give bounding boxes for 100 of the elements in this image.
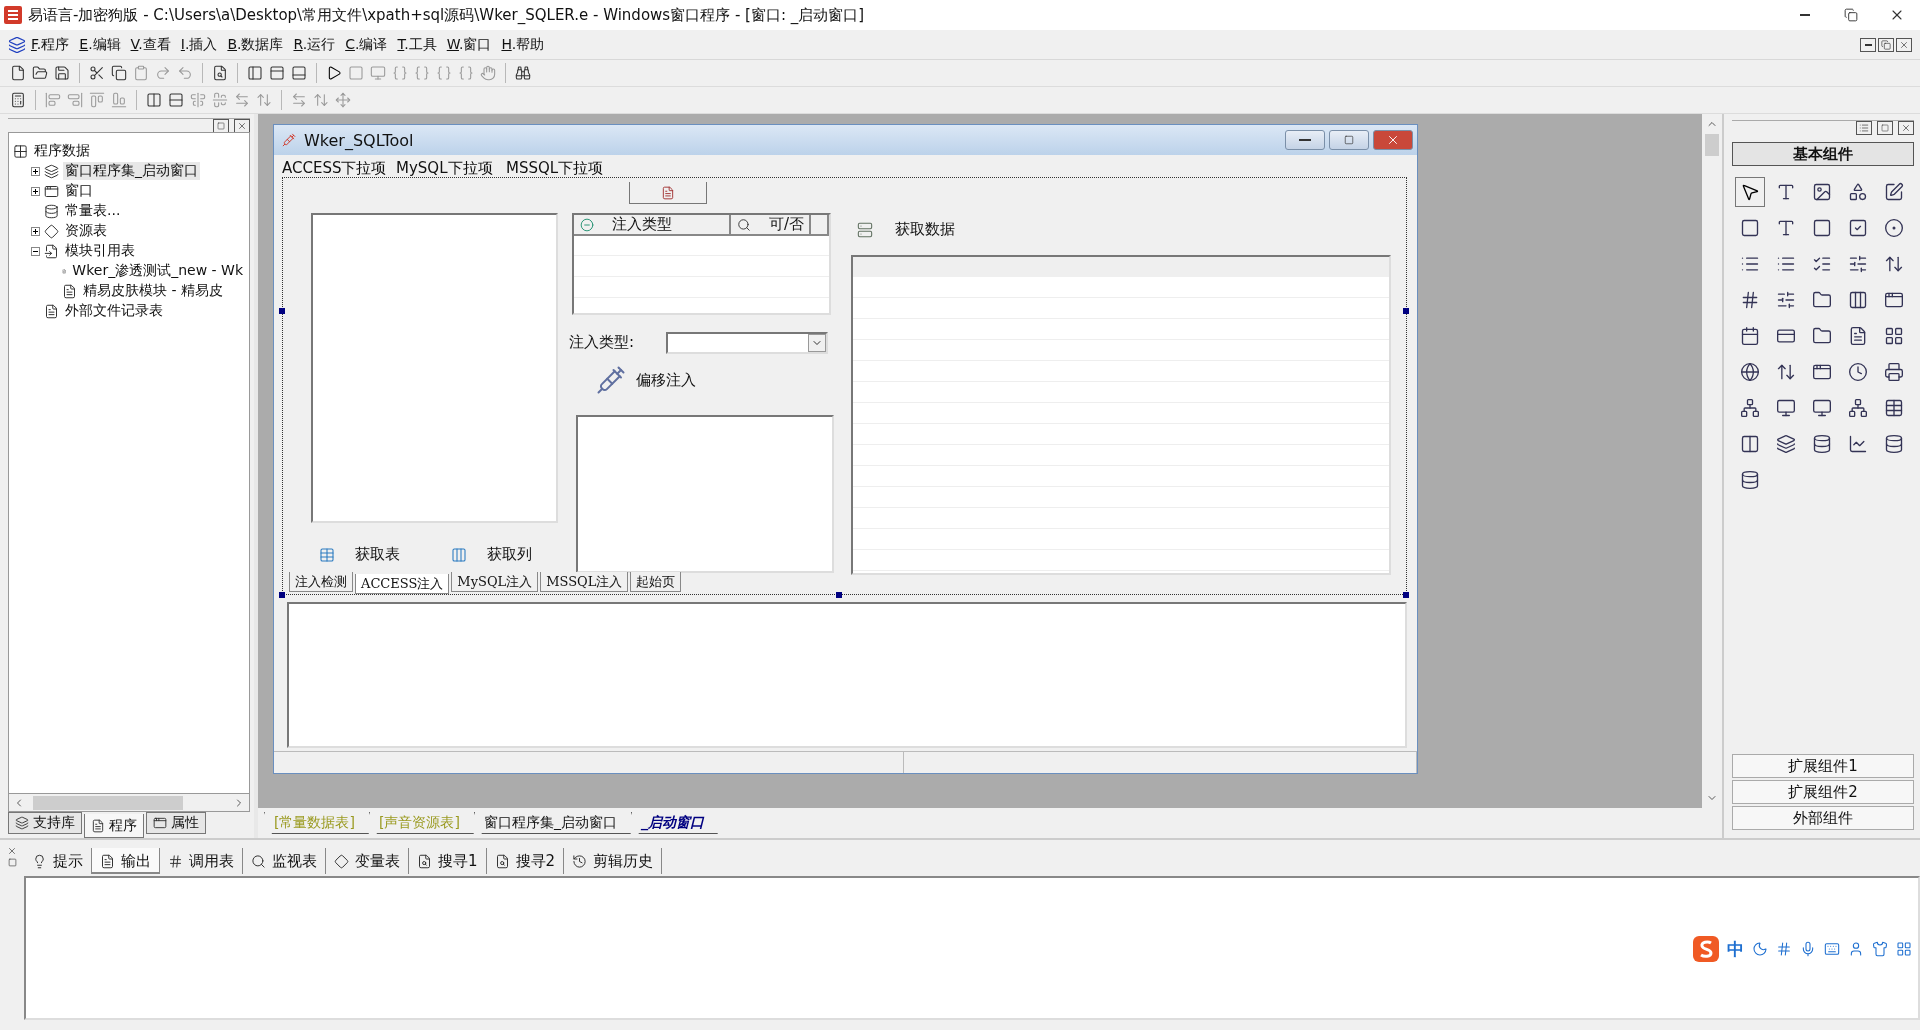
save-icon[interactable] xyxy=(54,65,70,81)
radio-icon[interactable] xyxy=(1884,218,1904,238)
panel-top-icon[interactable] xyxy=(269,65,285,81)
form-tab[interactable]: ACCESS注入 xyxy=(355,574,450,594)
user-icon[interactable] xyxy=(1848,941,1864,957)
menu-item[interactable]: W.窗口 xyxy=(441,33,497,56)
injection-list[interactable]: 注入类型 可/否 xyxy=(572,213,831,315)
tree-item[interactable]: 程序数据 xyxy=(32,142,92,160)
tree-item[interactable]: 窗口 xyxy=(63,182,95,200)
component-group-tab[interactable]: 扩展组件1 xyxy=(1732,754,1914,778)
close-button[interactable] xyxy=(234,118,250,133)
text-icon[interactable] xyxy=(1776,218,1796,238)
form-menu-item[interactable]: MSSQL下拉项 xyxy=(506,159,604,178)
horizontal-scrollbar[interactable] xyxy=(8,794,250,812)
tree-item[interactable]: 外部文件记录表 xyxy=(63,302,165,320)
vertical-scroll-icon[interactable] xyxy=(1884,254,1904,274)
minimize-button[interactable] xyxy=(1860,37,1876,52)
shirt-icon[interactable] xyxy=(1872,941,1888,957)
pointer-icon[interactable] xyxy=(1740,182,1760,202)
component-group-tab[interactable]: 外部组件 xyxy=(1732,806,1914,830)
run-icon[interactable] xyxy=(326,65,342,81)
button-icon[interactable] xyxy=(1812,218,1832,238)
resize-handle[interactable] xyxy=(1403,592,1409,598)
minimize-button[interactable] xyxy=(1285,130,1325,150)
output-tab[interactable]: 搜寻2 xyxy=(486,848,565,874)
port-icon[interactable] xyxy=(1848,398,1868,418)
grid-icon[interactable] xyxy=(1896,941,1912,957)
tree-item[interactable]: 精易皮肤模块 - 精易皮 xyxy=(81,282,225,300)
column-header[interactable]: 注入类型 xyxy=(574,215,731,236)
scrollbar-thumb[interactable] xyxy=(33,795,183,810)
printer-icon[interactable] xyxy=(1884,362,1904,382)
get-column-button[interactable]: 获取列 xyxy=(451,545,532,564)
globe-icon[interactable] xyxy=(1740,362,1760,382)
slider-icon[interactable] xyxy=(1776,290,1796,310)
document-tab[interactable]: 窗口程序集_启动窗口 xyxy=(473,812,631,834)
label-icon[interactable] xyxy=(1776,182,1796,202)
spin-icon[interactable] xyxy=(1776,362,1796,382)
tree-item[interactable]: Wker_渗透测试_new - Wk xyxy=(70,262,245,280)
restore-button[interactable] xyxy=(213,118,229,133)
menu-item[interactable]: V.查看 xyxy=(125,33,176,56)
server-icon[interactable] xyxy=(1812,398,1832,418)
toolbar-icon[interactable] xyxy=(1812,362,1832,382)
keyboard-icon[interactable] xyxy=(1824,941,1840,957)
database-icon[interactable] xyxy=(1812,434,1832,454)
layers-icon[interactable] xyxy=(1776,434,1796,454)
copy-icon[interactable] xyxy=(111,65,127,81)
movie-icon[interactable] xyxy=(1848,290,1868,310)
form-menu-item[interactable]: MySQL下拉项 xyxy=(396,159,493,178)
menu-item[interactable]: R.运行 xyxy=(288,33,341,56)
collapse-icon[interactable] xyxy=(31,246,40,256)
output-tab[interactable]: 变量表 xyxy=(326,848,409,874)
odbc-icon[interactable] xyxy=(1884,434,1904,454)
tree-item[interactable]: 窗口程序集_启动窗口 xyxy=(63,162,200,180)
output-tab[interactable]: 剪辑历史 xyxy=(564,848,663,874)
expand-icon[interactable] xyxy=(31,226,40,236)
form-tab[interactable]: 起始页 xyxy=(630,572,682,592)
get-data-button[interactable]: 获取数据 xyxy=(857,220,955,239)
close-icon[interactable] xyxy=(7,846,17,856)
resize-handle[interactable] xyxy=(836,592,842,598)
window-icon[interactable] xyxy=(1884,290,1904,310)
output-tab[interactable]: 搜寻1 xyxy=(409,848,487,874)
output-tab[interactable]: 输出 xyxy=(92,848,160,874)
shapes-icon[interactable] xyxy=(1848,182,1868,202)
restore-button[interactable] xyxy=(1878,37,1894,52)
edit-box-icon[interactable] xyxy=(1740,218,1760,238)
folder-icon[interactable] xyxy=(1812,326,1832,346)
scrollbar-icon[interactable] xyxy=(1848,254,1868,274)
expand-icon[interactable] xyxy=(31,186,40,196)
palette-grid-icon[interactable] xyxy=(1884,326,1904,346)
menu-item[interactable]: F.程序 xyxy=(26,33,75,56)
form-tab[interactable]: 注入检测 xyxy=(289,572,353,592)
tab-icon[interactable] xyxy=(1812,290,1832,310)
output-tab[interactable]: 调用表 xyxy=(160,848,243,874)
checkbox-icon[interactable] xyxy=(1848,218,1868,238)
tree-item[interactable]: 模块引用表 xyxy=(63,242,137,260)
text-area[interactable] xyxy=(576,415,834,573)
output-tab[interactable]: 监视表 xyxy=(243,848,326,874)
resize-handle[interactable] xyxy=(279,592,285,598)
menu-item[interactable]: E.编辑 xyxy=(74,33,126,56)
new-file-icon[interactable] xyxy=(10,65,26,81)
form-tab[interactable]: MySQL注入 xyxy=(451,572,539,592)
menu-item[interactable]: I.插入 xyxy=(175,33,223,56)
edit-icon[interactable] xyxy=(1884,182,1904,202)
panel-bottom-icon[interactable] xyxy=(291,65,307,81)
restore-button[interactable] xyxy=(1877,120,1893,135)
menu-item[interactable]: H.帮助 xyxy=(496,33,550,56)
calendar-icon[interactable] xyxy=(1740,326,1760,346)
form-menu-item[interactable]: ACCESS下拉项 xyxy=(282,159,387,178)
find-icon[interactable] xyxy=(212,65,228,81)
menu-item[interactable]: B.数据库 xyxy=(222,33,289,56)
menu-button[interactable] xyxy=(1856,120,1872,135)
column-header[interactable]: 可/否 xyxy=(731,215,811,236)
calculator-icon[interactable] xyxy=(10,92,26,108)
expand-icon[interactable] xyxy=(31,166,40,176)
open-folder-icon[interactable] xyxy=(32,65,48,81)
client-icon[interactable] xyxy=(1776,398,1796,418)
panel-left-icon[interactable] xyxy=(247,65,263,81)
menu-item[interactable]: C.编译 xyxy=(340,33,393,56)
timer-icon[interactable] xyxy=(1848,362,1868,382)
binoculars-icon[interactable] xyxy=(515,65,531,81)
